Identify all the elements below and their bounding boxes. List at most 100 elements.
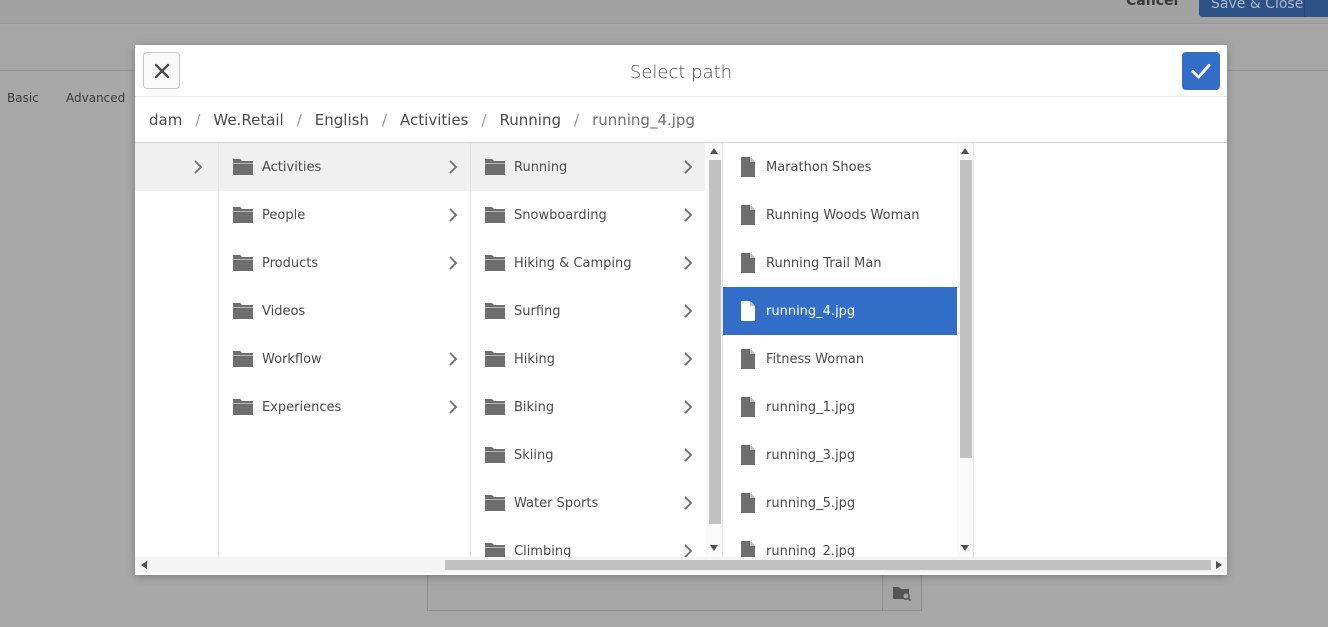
scroll-up-arrow-icon[interactable] xyxy=(961,148,969,154)
folder-icon xyxy=(233,399,253,415)
file-label: running_3.jpg xyxy=(766,448,856,463)
file-item-running-trail-man[interactable]: Running Trail Man xyxy=(723,239,957,287)
folder-item-climbing[interactable]: Climbing xyxy=(471,527,705,557)
column-browser: Activities People Products Videos Workfl… xyxy=(135,143,1227,557)
breadcrumb-item-activities[interactable]: Activities xyxy=(400,111,468,129)
column-root-item[interactable] xyxy=(135,143,218,191)
folder-label: Climbing xyxy=(514,544,572,557)
breadcrumb-separator: / xyxy=(296,110,302,129)
chevron-right-icon xyxy=(449,256,458,270)
breadcrumb-separator: / xyxy=(195,110,201,129)
chevron-right-icon xyxy=(684,352,693,366)
file-item-running-2[interactable]: running_2.jpg xyxy=(723,527,957,557)
folder-item-surfing[interactable]: Surfing xyxy=(471,287,705,335)
scrollbar-thumb[interactable] xyxy=(960,160,972,458)
folder-icon xyxy=(485,207,505,223)
folder-item-water-sports[interactable]: Water Sports xyxy=(471,479,705,527)
folder-label: Snowboarding xyxy=(514,208,607,223)
file-icon xyxy=(741,541,755,557)
folder-icon xyxy=(485,543,505,557)
folder-item-hiking-camping[interactable]: Hiking & Camping xyxy=(471,239,705,287)
file-icon xyxy=(741,253,755,273)
file-item-fitness-woman[interactable]: Fitness Woman xyxy=(723,335,957,383)
folder-label: Biking xyxy=(514,400,555,415)
breadcrumb-item-current: running_4.jpg xyxy=(592,110,695,129)
folder-item-skiing[interactable]: Skiing xyxy=(471,431,705,479)
folder-item-experiences[interactable]: Experiences xyxy=(219,383,470,431)
folder-item-workflow[interactable]: Workflow xyxy=(219,335,470,383)
breadcrumb-item-running[interactable]: Running xyxy=(500,111,561,129)
folder-item-videos[interactable]: Videos xyxy=(219,287,470,335)
confirm-button[interactable] xyxy=(1182,52,1220,90)
background-save-dropdown xyxy=(1304,0,1328,17)
file-label: Running Woods Woman xyxy=(766,208,920,223)
folder-label: Workflow xyxy=(262,352,322,367)
scroll-left-arrow-icon[interactable] xyxy=(141,561,147,569)
folder-label: Skiing xyxy=(514,448,554,463)
file-label: running_4.jpg xyxy=(766,304,856,319)
column-activities-list: Running Snowboarding Hiking & Camping Su… xyxy=(471,143,705,557)
folder-item-running[interactable]: Running xyxy=(471,143,705,191)
column-running-scrollbar[interactable] xyxy=(957,143,974,557)
folder-label: Hiking & Camping xyxy=(514,256,632,271)
dialog-header: Select path xyxy=(135,45,1227,97)
folder-label: Hiking xyxy=(514,352,556,367)
breadcrumb-item-english[interactable]: English xyxy=(315,111,369,129)
breadcrumb-item-we-retail[interactable]: We.Retail xyxy=(213,111,283,129)
chevron-right-icon xyxy=(449,352,458,366)
folder-label: Activities xyxy=(262,160,322,175)
folder-icon xyxy=(485,399,505,415)
scroll-down-arrow-icon[interactable] xyxy=(961,545,969,551)
breadcrumb-separator: / xyxy=(481,110,487,129)
file-label: Fitness Woman xyxy=(766,352,865,367)
chevron-right-icon xyxy=(449,160,458,174)
scroll-down-arrow-icon[interactable] xyxy=(710,545,718,551)
file-item-marathon-shoes[interactable]: Marathon Shoes xyxy=(723,143,957,191)
folder-item-hiking[interactable]: Hiking xyxy=(471,335,705,383)
scroll-up-arrow-icon[interactable] xyxy=(710,148,718,154)
file-icon xyxy=(741,493,755,513)
file-item-running-4[interactable]: running_4.jpg xyxy=(723,287,957,335)
folder-item-people[interactable]: People xyxy=(219,191,470,239)
folder-icon xyxy=(485,447,505,463)
chevron-right-icon xyxy=(449,208,458,222)
folder-icon xyxy=(233,351,253,367)
column-activities-scrollbar[interactable] xyxy=(706,143,722,557)
file-item-running-3[interactable]: running_3.jpg xyxy=(723,431,957,479)
file-icon xyxy=(741,445,755,465)
breadcrumb: dam / We.Retail / English / Activities /… xyxy=(135,97,1227,143)
file-item-running-5[interactable]: running_5.jpg xyxy=(723,479,957,527)
folder-label: Experiences xyxy=(262,400,342,415)
scrollbar-thumb[interactable] xyxy=(709,160,721,524)
file-label: running_2.jpg xyxy=(766,544,856,557)
folder-item-biking[interactable]: Biking xyxy=(471,383,705,431)
chevron-right-icon xyxy=(684,160,693,174)
file-icon xyxy=(741,301,755,321)
file-icon xyxy=(741,397,755,417)
folder-icon xyxy=(485,255,505,271)
folder-item-products[interactable]: Products xyxy=(219,239,470,287)
file-label: running_5.jpg xyxy=(766,496,856,511)
folder-label: People xyxy=(262,208,306,223)
scroll-right-arrow-icon[interactable] xyxy=(1216,561,1222,569)
horizontal-scrollbar[interactable] xyxy=(135,557,1227,573)
folder-item-activities[interactable]: Activities xyxy=(219,143,470,191)
file-item-running-woods-woman[interactable]: Running Woods Woman xyxy=(723,191,957,239)
folder-item-snowboarding[interactable]: Snowboarding xyxy=(471,191,705,239)
chevron-right-icon xyxy=(684,400,693,414)
chevron-right-icon xyxy=(194,160,203,174)
file-icon xyxy=(741,349,755,369)
chevron-right-icon xyxy=(684,208,693,222)
horizontal-scrollbar-thumb[interactable] xyxy=(445,560,1211,570)
background-cancel-button: Cancel xyxy=(1126,0,1179,9)
chevron-right-icon xyxy=(684,256,693,270)
folder-icon xyxy=(485,303,505,319)
breadcrumb-separator: / xyxy=(574,110,580,129)
chevron-right-icon xyxy=(449,400,458,414)
folder-label: Running xyxy=(514,160,568,175)
file-item-running-1[interactable]: running_1.jpg xyxy=(723,383,957,431)
chevron-right-icon xyxy=(684,544,693,557)
column-running-list: Marathon Shoes Running Woods Woman Runni… xyxy=(723,143,957,557)
file-icon xyxy=(741,157,755,177)
breadcrumb-item-dam[interactable]: dam xyxy=(149,111,182,129)
